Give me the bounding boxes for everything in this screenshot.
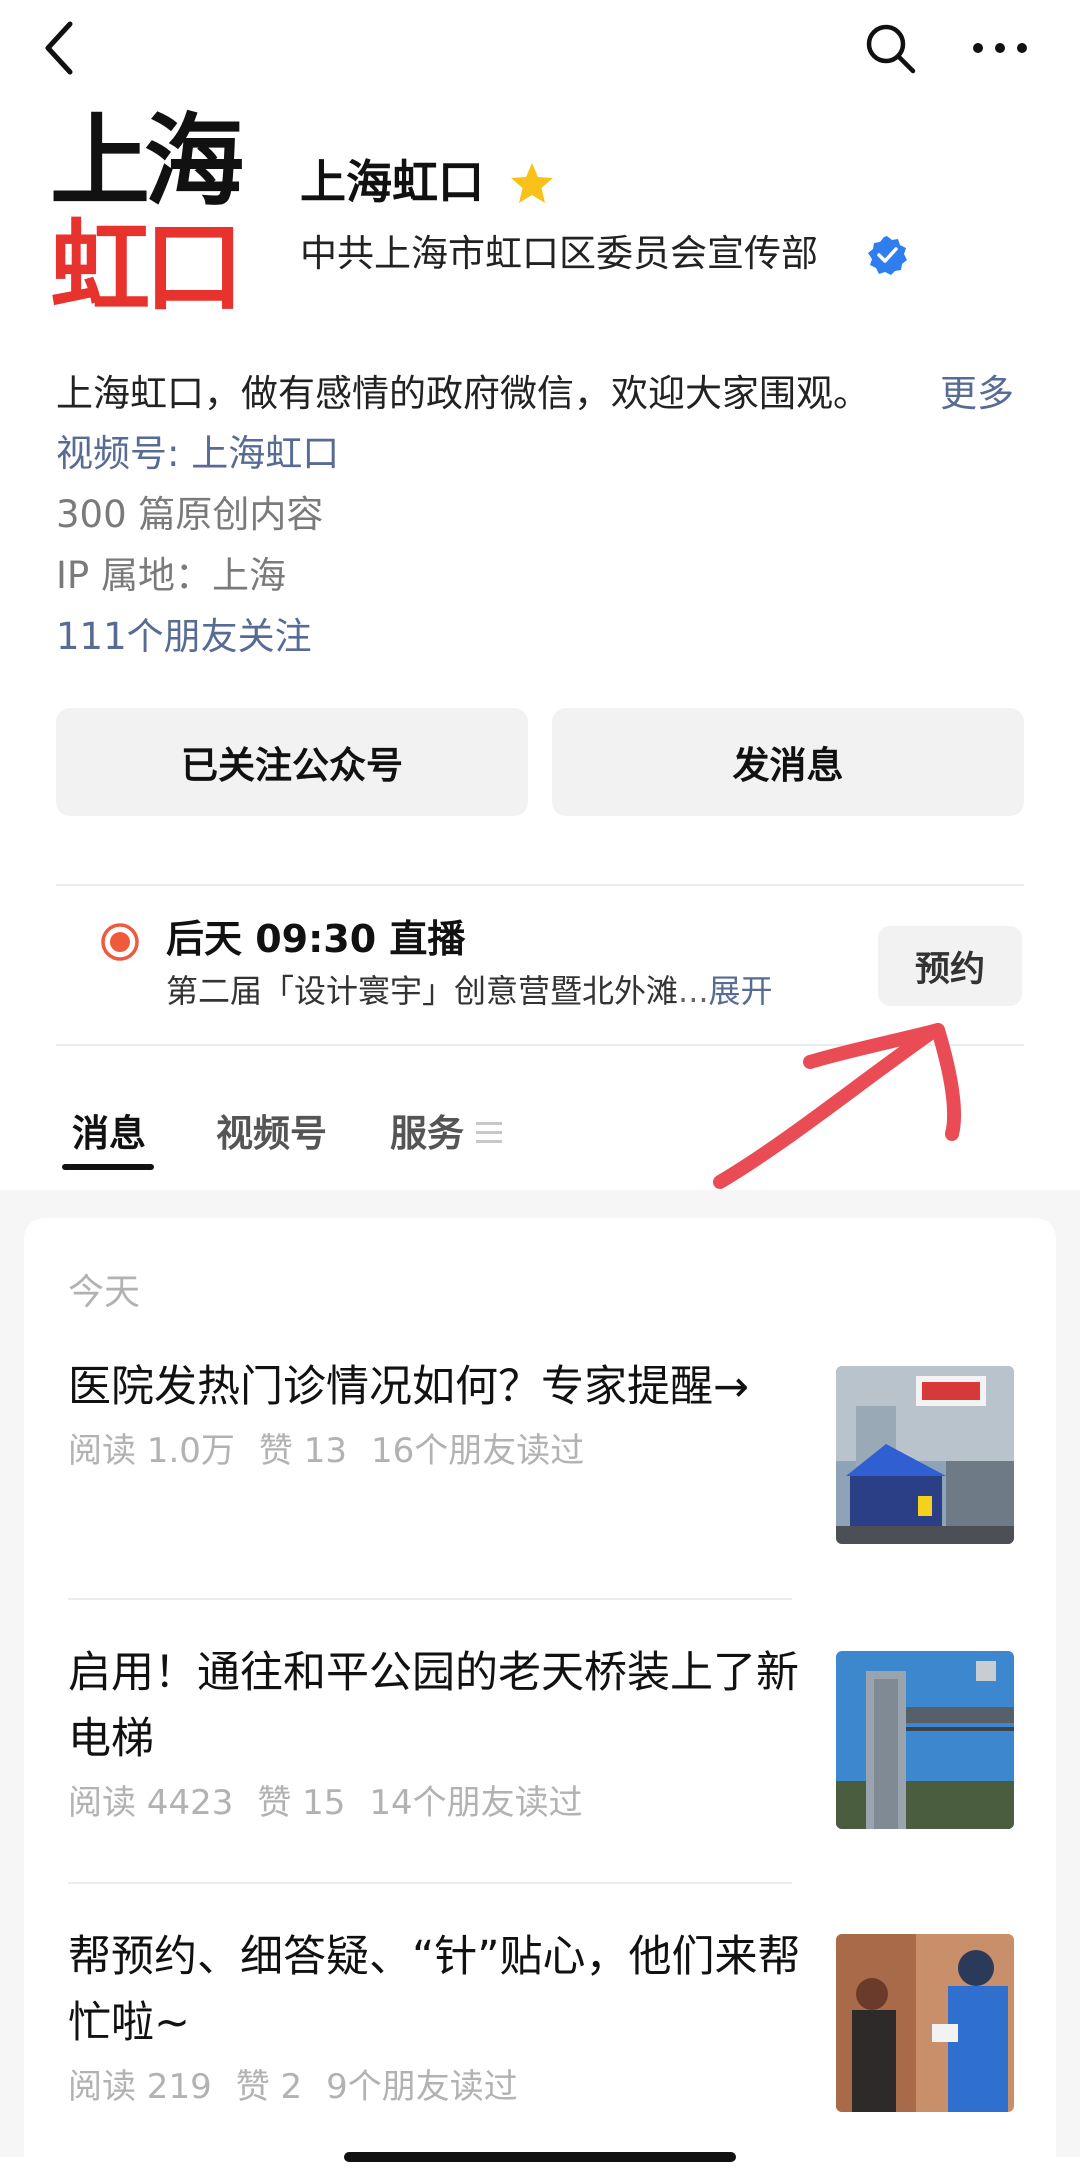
account-org: 中共上海市虹口区委员会宣传部	[300, 232, 818, 275]
article-item[interactable]: 医院发热门诊情况如何？专家提醒→ 阅读 1.0万赞 13 16个朋友读过	[68, 1354, 808, 1476]
article-likes: 赞 15	[257, 1783, 346, 1823]
divider	[56, 884, 1024, 886]
section-today: 今天	[68, 1272, 141, 1313]
verified-badge-icon	[868, 236, 907, 275]
account-logo: 上海 虹口	[50, 112, 260, 320]
article-meta: 阅读 219 赞 2 9个朋友读过	[68, 2062, 808, 2112]
article-reads: 阅读 4423	[68, 1783, 234, 1823]
followed-button[interactable]: 已关注公众号	[56, 708, 528, 816]
menu-icon[interactable]	[476, 1118, 502, 1148]
description-more-link[interactable]: 更多	[940, 368, 1014, 420]
tab-channels[interactable]: 视频号	[216, 1108, 327, 1160]
article-thumbnail-volunteers[interactable]	[836, 1934, 1014, 2112]
account-description: 上海虹口，做有感情的政府微信，欢迎大家围观。 更多	[56, 368, 1056, 420]
home-indicator	[344, 2152, 736, 2162]
article-item[interactable]: 启用！通往和平公园的老天桥装上了新电梯 阅读 4423 赞 15 14个朋友读过	[68, 1640, 808, 1828]
article-friends-read: 16个朋友读过	[370, 1431, 585, 1471]
live-subtitle-text: 第二届「设计寰宇」创意营暨北外滩	[166, 972, 679, 1010]
article-title[interactable]: 帮预约、细答疑、“针”贴心，他们来帮忙啦~	[68, 1924, 808, 2056]
live-title: 后天 09:30 直播	[166, 917, 466, 961]
live-expand-link[interactable]: 展开	[709, 972, 773, 1010]
active-tab-underline	[62, 1164, 154, 1170]
logo-text-bottom: 虹口	[50, 209, 244, 326]
friends-following-link[interactable]: 111个朋友关注	[56, 611, 312, 663]
article-meta: 阅读 4423 赞 15 14个朋友读过	[68, 1778, 808, 1828]
logo-text-top: 上海	[50, 103, 244, 220]
star-icon[interactable]	[508, 160, 556, 208]
live-subtitle-ellipsis: ...	[678, 972, 709, 1010]
live-indicator-icon	[101, 923, 139, 961]
article-title[interactable]: 医院发热门诊情况如何？专家提醒→	[68, 1354, 808, 1420]
article-reads: 阅读 219	[68, 2067, 212, 2107]
tab-messages[interactable]: 消息	[72, 1108, 146, 1160]
more-dots-icon[interactable]	[968, 28, 1032, 68]
article-friends-read: 9个朋友读过	[326, 2067, 518, 2107]
article-thumbnail-elevator[interactable]	[836, 1651, 1014, 1829]
divider	[68, 1598, 792, 1600]
red-arrow-annotation	[713, 1023, 961, 1189]
article-reads: 阅读 1.0万	[68, 1431, 235, 1471]
article-friends-read: 14个朋友读过	[369, 1783, 583, 1823]
ip-location: IP 属地：上海	[56, 554, 286, 597]
chevron-left-icon[interactable]	[40, 18, 80, 78]
article-title[interactable]: 启用！通往和平公园的老天桥装上了新电梯	[68, 1640, 808, 1772]
reserve-button[interactable]: 预约	[878, 926, 1022, 1006]
top-nav	[0, 0, 1080, 100]
divider	[68, 1882, 792, 1884]
search-icon[interactable]	[862, 20, 918, 76]
channels-link[interactable]: 视频号: 上海虹口	[56, 428, 339, 480]
article-likes: 赞 13	[258, 1431, 347, 1471]
send-message-button[interactable]: 发消息	[552, 708, 1024, 816]
article-thumbnail-fever-clinic[interactable]	[836, 1366, 1014, 1544]
article-meta: 阅读 1.0万赞 13 16个朋友读过	[68, 1426, 808, 1476]
article-likes: 赞 2	[235, 2067, 303, 2107]
description-text: 上海虹口，做有感情的政府微信，欢迎大家围观。	[56, 372, 870, 415]
tab-services[interactable]: 服务	[390, 1108, 464, 1160]
original-count: 300 篇原创内容	[56, 493, 324, 536]
account-name: 上海虹口	[300, 155, 484, 209]
live-subtitle: 第二届「设计寰宇」创意营暨北外滩...展开	[166, 968, 773, 1014]
article-item[interactable]: 帮预约、细答疑、“针”贴心，他们来帮忙啦~ 阅读 219 赞 2 9个朋友读过	[68, 1924, 808, 2112]
